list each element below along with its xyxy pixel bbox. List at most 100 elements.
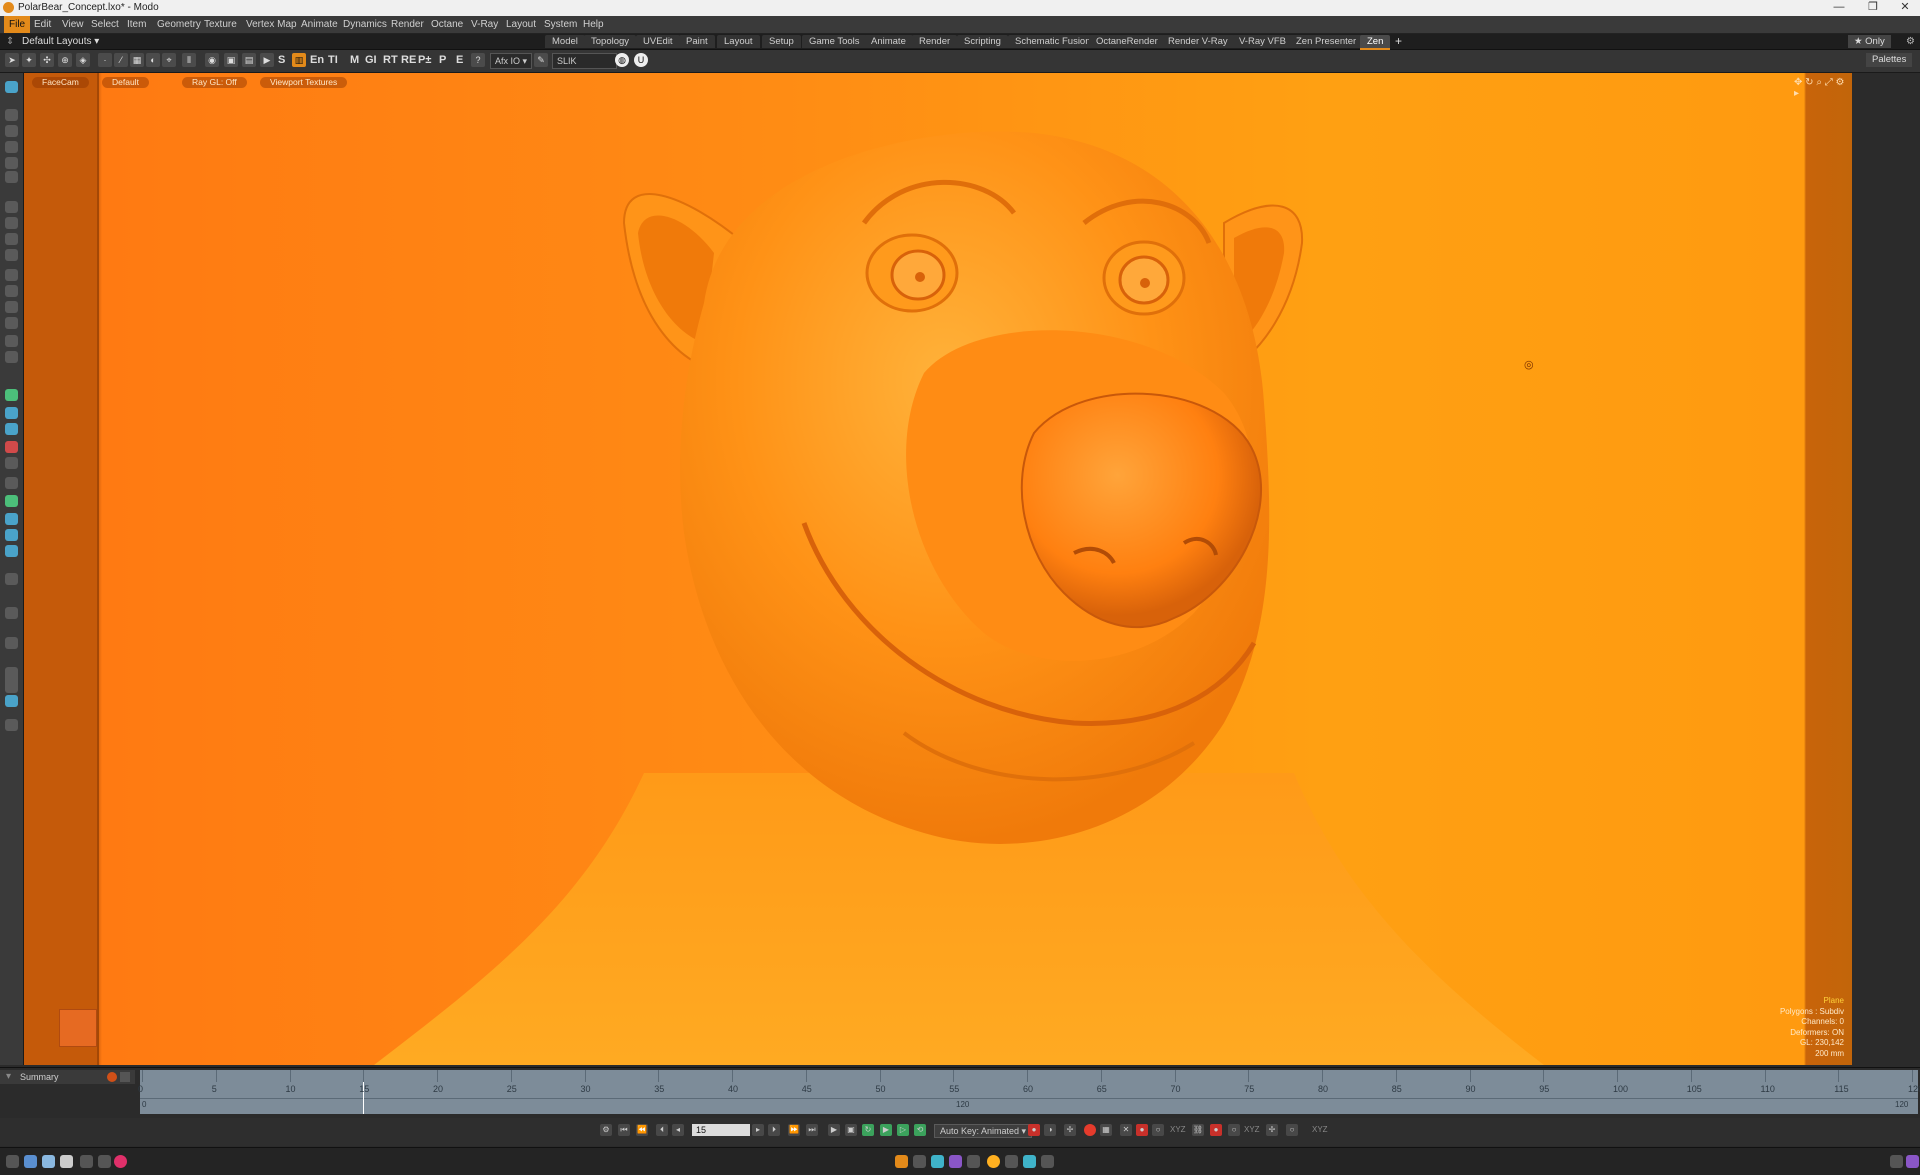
- menu-item[interactable]: Item: [122, 16, 151, 33]
- 3d-viewport[interactable]: FaceCam Default Ray GL: Off Viewport Tex…: [24, 73, 1852, 1065]
- palettes-button[interactable]: Palettes: [1866, 53, 1913, 67]
- tool-particle-icon[interactable]: [5, 545, 18, 557]
- material-icon[interactable]: ◐: [146, 53, 160, 67]
- transport-settings-icon[interactable]: ⚙: [600, 1124, 612, 1136]
- play-range-icon[interactable]: ▷: [897, 1124, 909, 1136]
- tool-clone-icon[interactable]: [5, 351, 18, 363]
- tool-collapse-icon[interactable]: [5, 573, 18, 585]
- afx-io-dropdown[interactable]: Afx IO ▾: [490, 53, 533, 69]
- menu-edit[interactable]: Edit: [29, 16, 56, 33]
- viewport-tab-raygl[interactable]: Ray GL: Off: [182, 77, 247, 88]
- tool-light-icon[interactable]: [5, 477, 18, 489]
- tab-schematic-fusion[interactable]: Schematic Fusion: [1008, 35, 1098, 48]
- tab-game-tools[interactable]: Game Tools: [802, 35, 867, 48]
- viewport-tab-default[interactable]: Default: [102, 77, 149, 88]
- window-icon[interactable]: [967, 1155, 980, 1168]
- viewport-nav-icons[interactable]: ✥ ↻ ⌕ ⤢ ⚙ ▸: [1794, 77, 1852, 99]
- xyz-label-1[interactable]: XYZ: [1170, 1124, 1186, 1136]
- layouts-dropdown[interactable]: Default Layouts ▾: [22, 34, 99, 49]
- unity-icon[interactable]: ◍: [615, 53, 629, 67]
- key-translate-icon[interactable]: ✢: [1064, 1124, 1076, 1136]
- xyz-label-3[interactable]: XYZ: [1312, 1124, 1328, 1136]
- wave-icon[interactable]: [1023, 1155, 1036, 1168]
- menu-animate[interactable]: Animate: [296, 16, 343, 33]
- viewport-tab-facecam[interactable]: FaceCam: [32, 77, 89, 88]
- tool-cone-icon[interactable]: [5, 441, 18, 453]
- monitor-icon[interactable]: [931, 1155, 944, 1168]
- menu-select[interactable]: Select: [86, 16, 124, 33]
- key-scale-icon[interactable]: ▦: [1100, 1124, 1112, 1136]
- minimize-button[interactable]: —: [1822, 0, 1856, 16]
- viewport-tab-textures[interactable]: Viewport Textures: [260, 77, 348, 88]
- tool-loop-icon[interactable]: [5, 233, 18, 245]
- tool-extrude-icon[interactable]: [5, 217, 18, 229]
- tab-zen-presenter[interactable]: Zen Presenter: [1289, 35, 1364, 48]
- move-icon[interactable]: ⊕: [58, 53, 72, 67]
- next-key-icon[interactable]: ⏩: [788, 1124, 800, 1136]
- timeline-summary-label[interactable]: Summary: [20, 1070, 59, 1084]
- tool-curve-icon[interactable]: [5, 513, 18, 525]
- render-frame-icon[interactable]: ▣: [224, 53, 238, 67]
- tool-sphere-icon[interactable]: [5, 407, 18, 419]
- brush-icon[interactable]: ✎: [534, 53, 548, 67]
- tool-inflate-icon[interactable]: [5, 141, 18, 153]
- element-icon[interactable]: ◈: [76, 53, 90, 67]
- next-frame-icon[interactable]: ⏵: [768, 1124, 780, 1136]
- tab-animate[interactable]: Animate: [864, 35, 913, 48]
- octane-icon[interactable]: [949, 1155, 962, 1168]
- play-button-icon[interactable]: ▶: [828, 1124, 840, 1136]
- channel-empty-icon[interactable]: ○: [1286, 1124, 1298, 1136]
- menu-vertex-map[interactable]: Vertex Map: [241, 16, 302, 33]
- sun-icon[interactable]: [987, 1155, 1000, 1168]
- tab-render[interactable]: Render: [912, 35, 958, 48]
- timeline-filter-icon[interactable]: [120, 1072, 130, 1082]
- tool-bevel-icon[interactable]: [5, 201, 18, 213]
- play-forward-icon[interactable]: ▶: [880, 1124, 892, 1136]
- key-record-icon[interactable]: ●: [1028, 1124, 1040, 1136]
- key-delete-icon[interactable]: ●: [1136, 1124, 1148, 1136]
- maximize-button[interactable]: ❐: [1856, 0, 1890, 16]
- help-icon[interactable]: ?: [471, 53, 485, 67]
- pen-tool-icon[interactable]: [80, 1155, 93, 1168]
- key-clear-icon[interactable]: ✕: [1120, 1124, 1132, 1136]
- xyz-label-2[interactable]: XYZ: [1244, 1124, 1260, 1136]
- menu-layout[interactable]: Layout: [501, 16, 541, 33]
- mesh-icon[interactable]: [24, 1155, 37, 1168]
- rotate-icon[interactable]: ↻: [1805, 77, 1813, 88]
- tool-sculpt-icon[interactable]: [5, 81, 18, 93]
- menu-render[interactable]: Render: [386, 16, 429, 33]
- tool-paint-icon[interactable]: [5, 695, 18, 707]
- channel-link-icon[interactable]: ⛓: [1192, 1124, 1204, 1136]
- pivot-icon[interactable]: ⌖: [162, 53, 176, 67]
- fit-icon[interactable]: ✥: [1794, 77, 1802, 88]
- key-rotate-record-icon[interactable]: [1084, 1124, 1096, 1136]
- tab-scripting[interactable]: Scripting: [957, 35, 1008, 48]
- viewport-gear-icon[interactable]: ⚙: [1836, 77, 1845, 88]
- select-arrow-icon[interactable]: ➤: [5, 53, 19, 67]
- go-end-icon[interactable]: ⏭: [806, 1124, 818, 1136]
- layout-toggle-icon[interactable]: [895, 1155, 908, 1168]
- plugin-icon[interactable]: [1906, 1155, 1919, 1168]
- brush-settings-icon[interactable]: [6, 1155, 19, 1168]
- preview-icon[interactable]: ▤: [242, 53, 256, 67]
- tab-topology[interactable]: Topology: [584, 35, 637, 48]
- toolbar-letter-e[interactable]: E: [453, 53, 466, 67]
- only-toggle[interactable]: ★ Only: [1848, 35, 1891, 48]
- timeline-record-icon[interactable]: [107, 1072, 117, 1082]
- key-options-icon[interactable]: ◑: [1044, 1124, 1056, 1136]
- polygon-icon[interactable]: ▦: [130, 53, 144, 67]
- sphere-icon[interactable]: [42, 1155, 55, 1168]
- tool-bridge-icon[interactable]: [5, 269, 18, 281]
- symmetry-icon[interactable]: ⫴: [182, 53, 196, 67]
- vertex-icon[interactable]: ·: [98, 53, 112, 67]
- menu-texture[interactable]: Texture: [199, 16, 242, 33]
- menu-file[interactable]: File: [4, 16, 31, 33]
- menu-vray[interactable]: V-Ray: [466, 16, 503, 33]
- material-ball-icon[interactable]: [60, 1155, 73, 1168]
- transform-icon[interactable]: ✣: [40, 53, 54, 67]
- preview-render-icon[interactable]: ▣: [845, 1124, 857, 1136]
- pin-icon[interactable]: ⇕: [6, 34, 14, 49]
- tab-model[interactable]: Model: [545, 35, 585, 48]
- menu-octane[interactable]: Octane: [426, 16, 468, 33]
- unreal-icon[interactable]: U: [634, 53, 648, 67]
